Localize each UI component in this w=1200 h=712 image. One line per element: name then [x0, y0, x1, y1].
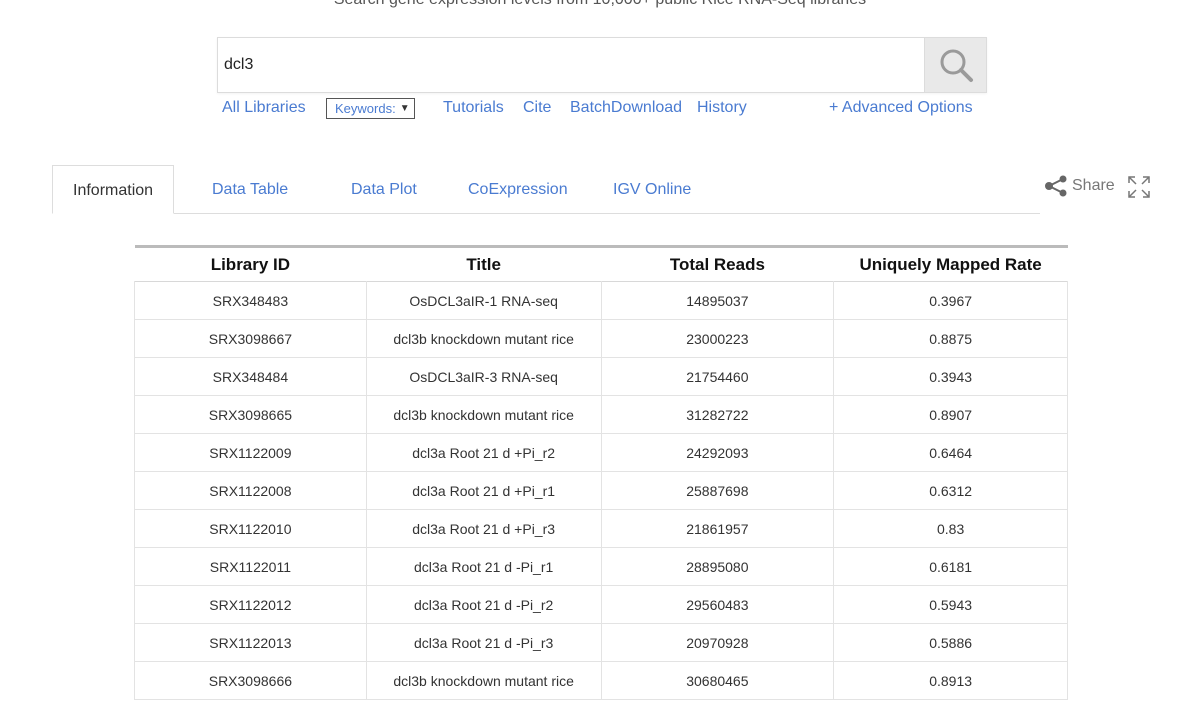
total-reads-cell: 21754460 — [600, 357, 835, 396]
search-links-row: All Libraries Keywords: ▼ Tutorials Cite… — [0, 96, 1200, 122]
history-link[interactable]: History — [697, 99, 747, 117]
share-icon — [1045, 175, 1067, 197]
table-row[interactable]: SRX1122009 dcl3a Root 21 d +Pi_r2 24292093… — [134, 433, 1068, 472]
tab-data-plot[interactable]: Data Plot — [351, 165, 417, 214]
table-row[interactable]: SRX1122008 dcl3a Root 21 d +Pi_r1 25887698… — [134, 471, 1068, 510]
search-box — [217, 37, 987, 93]
cite-link[interactable]: Cite — [523, 99, 551, 117]
total-reads-cell: 20970928 — [600, 623, 835, 662]
table-row[interactable]: SRX3098665 dcl3b knockdown mutant rice 312… — [134, 395, 1068, 434]
keywords-select-label: Keywords: — [335, 101, 396, 116]
title-cell: dcl3a Root 21 d +Pi_r2 — [365, 433, 602, 472]
title-cell: dcl3a Root 21 d -Pi_r3 — [365, 623, 602, 662]
total-reads-cell: 21861957 — [600, 509, 835, 548]
mapped-rate-cell: 0.6181 — [833, 547, 1068, 586]
table-row[interactable]: SRX1122011 dcl3a Root 21 d -Pi_r1 28895080… — [134, 547, 1068, 586]
total-reads-cell: 23000223 — [600, 319, 835, 358]
library-id-cell: SRX1122010 — [134, 509, 367, 548]
total-reads-cell: 29560483 — [600, 585, 835, 624]
library-id-cell: SRX1122008 — [134, 471, 367, 510]
mapped-rate-cell: 0.8875 — [833, 319, 1068, 358]
library-id-cell: SRX1122011 — [134, 547, 367, 586]
total-reads-cell: 28895080 — [600, 547, 835, 586]
search-icon — [940, 49, 973, 82]
title-cell: dcl3b knockdown mutant rice — [365, 319, 602, 358]
chevron-down-icon: ▼ — [399, 103, 410, 114]
table-header-row: Library ID Title Total Reads Uniquely Ma… — [135, 247, 1068, 282]
share-label: Share — [1072, 177, 1115, 194]
table-row[interactable]: SRX348483 OsDCL3aIR-1 RNA-seq 14895037 0.39… — [134, 281, 1068, 320]
all-libraries-link[interactable]: All Libraries — [222, 99, 306, 117]
library-id-cell: SRX3098665 — [134, 395, 367, 434]
title-cell: dcl3a Root 21 d -Pi_r2 — [365, 585, 602, 624]
library-id-cell: SRX1122009 — [134, 433, 367, 472]
title-cell: dcl3a Root 21 d +Pi_r1 — [365, 471, 602, 510]
batch-download-link[interactable]: BatchDownload — [570, 99, 682, 117]
title-cell: dcl3b knockdown mutant rice — [365, 661, 602, 700]
mapped-rate-cell: 0.5943 — [833, 585, 1068, 624]
tab-information[interactable]: Information — [52, 165, 175, 214]
mapped-rate-cell: 0.6464 — [833, 433, 1068, 472]
advanced-options-link[interactable]: + Advanced Options — [829, 99, 973, 117]
mapped-rate-cell: 0.3967 — [833, 281, 1068, 320]
header-library-id[interactable]: Library ID — [135, 247, 367, 282]
table-row[interactable]: SRX1122010 dcl3a Root 21 d +Pi_r3 21861957… — [134, 509, 1068, 548]
total-reads-cell: 25887698 — [600, 471, 835, 510]
title-cell: dcl3b knockdown mutant rice — [365, 395, 602, 434]
mapped-rate-cell: 0.83 — [833, 509, 1068, 548]
total-reads-cell: 24292093 — [600, 433, 835, 472]
header-title[interactable]: Title — [366, 247, 601, 282]
title-cell: dcl3a Root 21 d -Pi_r1 — [365, 547, 602, 586]
total-reads-cell: 30680465 — [600, 661, 835, 700]
title-cell: OsDCL3aIR-3 RNA-seq — [365, 357, 602, 396]
header-total-reads[interactable]: Total Reads — [601, 247, 834, 282]
header-uniquely-mapped-rate[interactable]: Uniquely Mapped Rate — [834, 247, 1068, 282]
table-row[interactable]: SRX3098666 dcl3b knockdown mutant rice 306… — [134, 661, 1068, 700]
table-row[interactable]: SRX3098667 dcl3b knockdown mutant rice 230… — [134, 319, 1068, 358]
table-body: SRX348483 OsDCL3aIR-1 RNA-seq 14895037 0.39… — [134, 281, 1068, 700]
library-id-cell: SRX3098667 — [134, 319, 367, 358]
title-cell: dcl3a Root 21 d +Pi_r3 — [365, 509, 602, 548]
mapped-rate-cell: 0.6312 — [833, 471, 1068, 510]
table-row[interactable]: SRX348484 OsDCL3aIR-3 RNA-seq 21754460 0.39… — [134, 357, 1068, 396]
table-row[interactable]: SRX1122012 dcl3a Root 21 d -Pi_r2 29560483… — [134, 585, 1068, 624]
total-reads-cell: 31282722 — [600, 395, 835, 434]
mapped-rate-cell: 0.8913 — [833, 661, 1068, 700]
mapped-rate-cell: 0.8907 — [833, 395, 1068, 434]
table-row[interactable]: SRX1122013 dcl3a Root 21 d -Pi_r3 20970928… — [134, 623, 1068, 662]
library-id-cell: SRX3098666 — [134, 661, 367, 700]
mapped-rate-cell: 0.3943 — [833, 357, 1068, 396]
tab-data-table[interactable]: Data Table — [212, 165, 288, 214]
tab-coexpression[interactable]: CoExpression — [468, 165, 568, 214]
search-input[interactable] — [218, 38, 924, 92]
library-id-cell: SRX1122012 — [134, 585, 367, 624]
title-cell: OsDCL3aIR-1 RNA-seq — [365, 281, 602, 320]
library-id-cell: SRX348483 — [134, 281, 367, 320]
tab-bar: Information Data Table Data Plot CoExpre… — [52, 165, 1040, 214]
page-subtitle: Search gene expression levels from 10,00… — [0, 0, 1200, 9]
total-reads-cell: 14895037 — [600, 281, 835, 320]
search-button[interactable] — [924, 38, 986, 92]
tutorials-link[interactable]: Tutorials — [443, 99, 504, 117]
tab-igv-online[interactable]: IGV Online — [613, 165, 691, 214]
library-id-cell: SRX348484 — [134, 357, 367, 396]
fullscreen-icon[interactable] — [1127, 175, 1151, 199]
mapped-rate-cell: 0.5886 — [833, 623, 1068, 662]
keywords-select[interactable]: Keywords: ▼ — [326, 98, 415, 119]
library-table: Library ID Title Total Reads Uniquely Ma… — [134, 245, 1068, 700]
share-button[interactable]: Share — [1044, 174, 1115, 198]
library-id-cell: SRX1122013 — [134, 623, 367, 662]
